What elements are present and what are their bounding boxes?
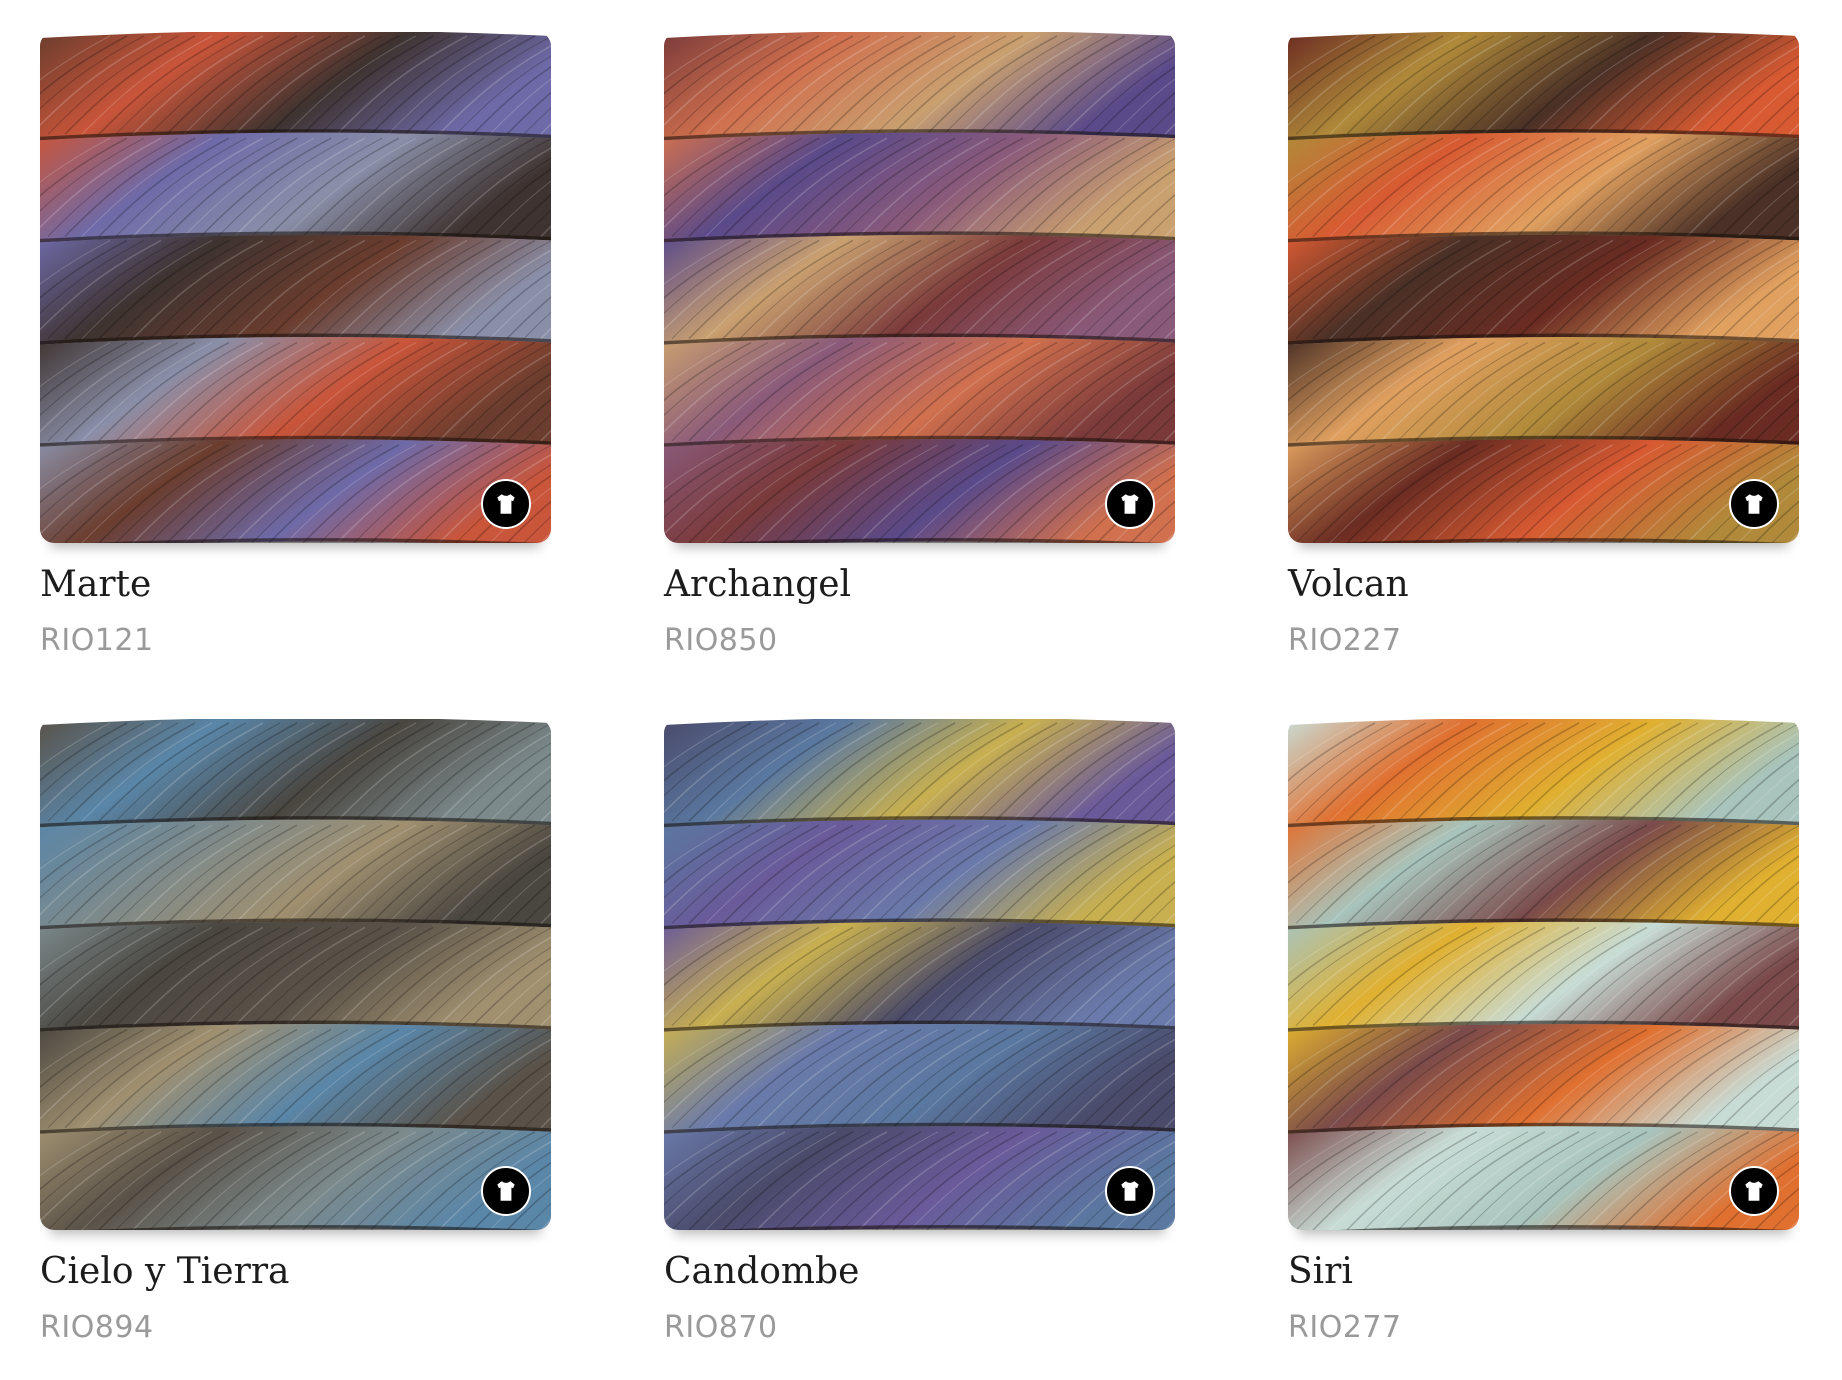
- yarn-swatch-image[interactable]: [1288, 719, 1799, 1230]
- tshirt-icon: [1121, 1181, 1139, 1201]
- pattern-button[interactable]: [1105, 479, 1155, 529]
- yarn-illustration: [664, 32, 1175, 543]
- product-name[interactable]: Candombe: [664, 1250, 1175, 1294]
- product-card[interactable]: Siri RIO277: [1288, 719, 1799, 1346]
- yarn-swatch-image[interactable]: [40, 719, 551, 1230]
- product-code: RIO894: [40, 1310, 154, 1345]
- product-card[interactable]: Candombe RIO870: [664, 719, 1175, 1346]
- product-card[interactable]: Cielo y Tierra RIO894: [40, 719, 551, 1346]
- yarn-swatch-image[interactable]: [664, 719, 1175, 1230]
- product-name[interactable]: Marte: [40, 563, 551, 607]
- pattern-button[interactable]: [1105, 1166, 1155, 1216]
- yarn-illustration: [664, 719, 1175, 1230]
- product-name[interactable]: Archangel: [664, 563, 1175, 607]
- yarn-swatch-image[interactable]: [1288, 32, 1799, 543]
- product-name[interactable]: Cielo y Tierra: [40, 1250, 551, 1294]
- product-card[interactable]: Archangel RIO850: [664, 32, 1175, 659]
- yarn-swatch-image[interactable]: [664, 32, 1175, 543]
- product-name[interactable]: Siri: [1288, 1250, 1799, 1294]
- product-name[interactable]: Volcan: [1288, 563, 1799, 607]
- yarn-illustration: [1288, 719, 1799, 1230]
- product-code: RIO227: [1288, 623, 1402, 658]
- product-code: RIO850: [664, 623, 778, 658]
- tshirt-icon: [497, 494, 515, 514]
- product-code: RIO277: [1288, 1310, 1402, 1345]
- product-code: RIO121: [40, 623, 154, 658]
- pattern-button[interactable]: [1729, 1166, 1779, 1216]
- product-card[interactable]: Marte RIO121: [40, 32, 551, 659]
- yarn-illustration: [40, 32, 551, 543]
- product-card[interactable]: Volcan RIO227: [1288, 32, 1799, 659]
- tshirt-icon: [1745, 1181, 1763, 1201]
- pattern-button[interactable]: [1729, 479, 1779, 529]
- tshirt-icon: [1121, 494, 1139, 514]
- yarn-illustration: [1288, 32, 1799, 543]
- product-grid: Marte RIO121 Archangel RIO850 Volcan RIO…: [40, 32, 1799, 1346]
- pattern-button[interactable]: [481, 1166, 531, 1216]
- pattern-button[interactable]: [481, 479, 531, 529]
- tshirt-icon: [497, 1181, 515, 1201]
- product-code: RIO870: [664, 1310, 778, 1345]
- tshirt-icon: [1745, 494, 1763, 514]
- yarn-swatch-image[interactable]: [40, 32, 551, 543]
- yarn-illustration: [40, 719, 551, 1230]
